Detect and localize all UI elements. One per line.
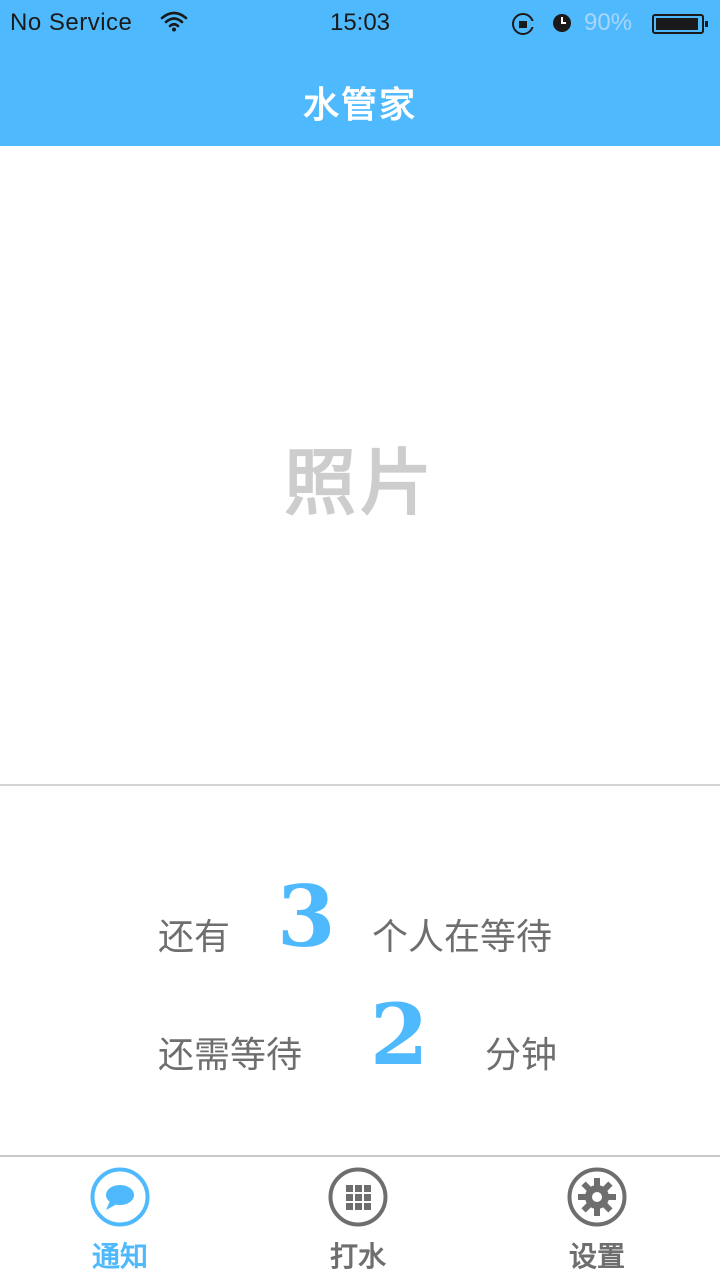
top-bar: No Service 15:03 90% 水管家	[0, 0, 720, 146]
status-bar: No Service 15:03 90%	[0, 0, 720, 48]
rotation-lock-icon	[510, 12, 536, 43]
people-prefix: 还有	[158, 917, 231, 958]
tab-notifications[interactable]: 通知	[50, 1157, 190, 1278]
app-title: 水管家	[302, 85, 417, 126]
tab-label-settings: 设置	[568, 1240, 625, 1273]
gear-icon	[567, 1167, 627, 1227]
tab-settings[interactable]: 设置	[527, 1157, 667, 1278]
battery-percent: 90%	[584, 9, 633, 36]
tab-bar: 通知 打水 设置	[0, 1157, 720, 1278]
tab-get-water[interactable]: 打水	[288, 1157, 428, 1278]
people-suffix: 个人在等待	[372, 917, 553, 958]
people-count: 3	[277, 867, 336, 966]
grid-icon	[328, 1167, 388, 1227]
photo-placeholder: 照片	[283, 440, 436, 525]
wait-suffix: 分钟	[485, 1035, 558, 1076]
photo-area[interactable]: 照片	[0, 146, 720, 784]
app-screen: No Service 15:03 90% 水管家 照片 还有 3 个人在等待 还…	[0, 0, 720, 1278]
queue-people-row: 还有 3 个人在等待	[0, 872, 720, 962]
tab-label-notifications: 通知	[91, 1240, 148, 1273]
queue-time-row: 还需等待 2 分钟	[0, 990, 720, 1080]
wait-minutes: 2	[370, 985, 429, 1084]
battery-icon	[652, 13, 710, 41]
tab-label-get-water: 打水	[329, 1240, 386, 1273]
alarm-icon	[551, 12, 573, 41]
divider	[0, 784, 720, 786]
wait-prefix: 还需等待	[158, 1035, 303, 1076]
chat-bubble-icon	[90, 1167, 150, 1227]
